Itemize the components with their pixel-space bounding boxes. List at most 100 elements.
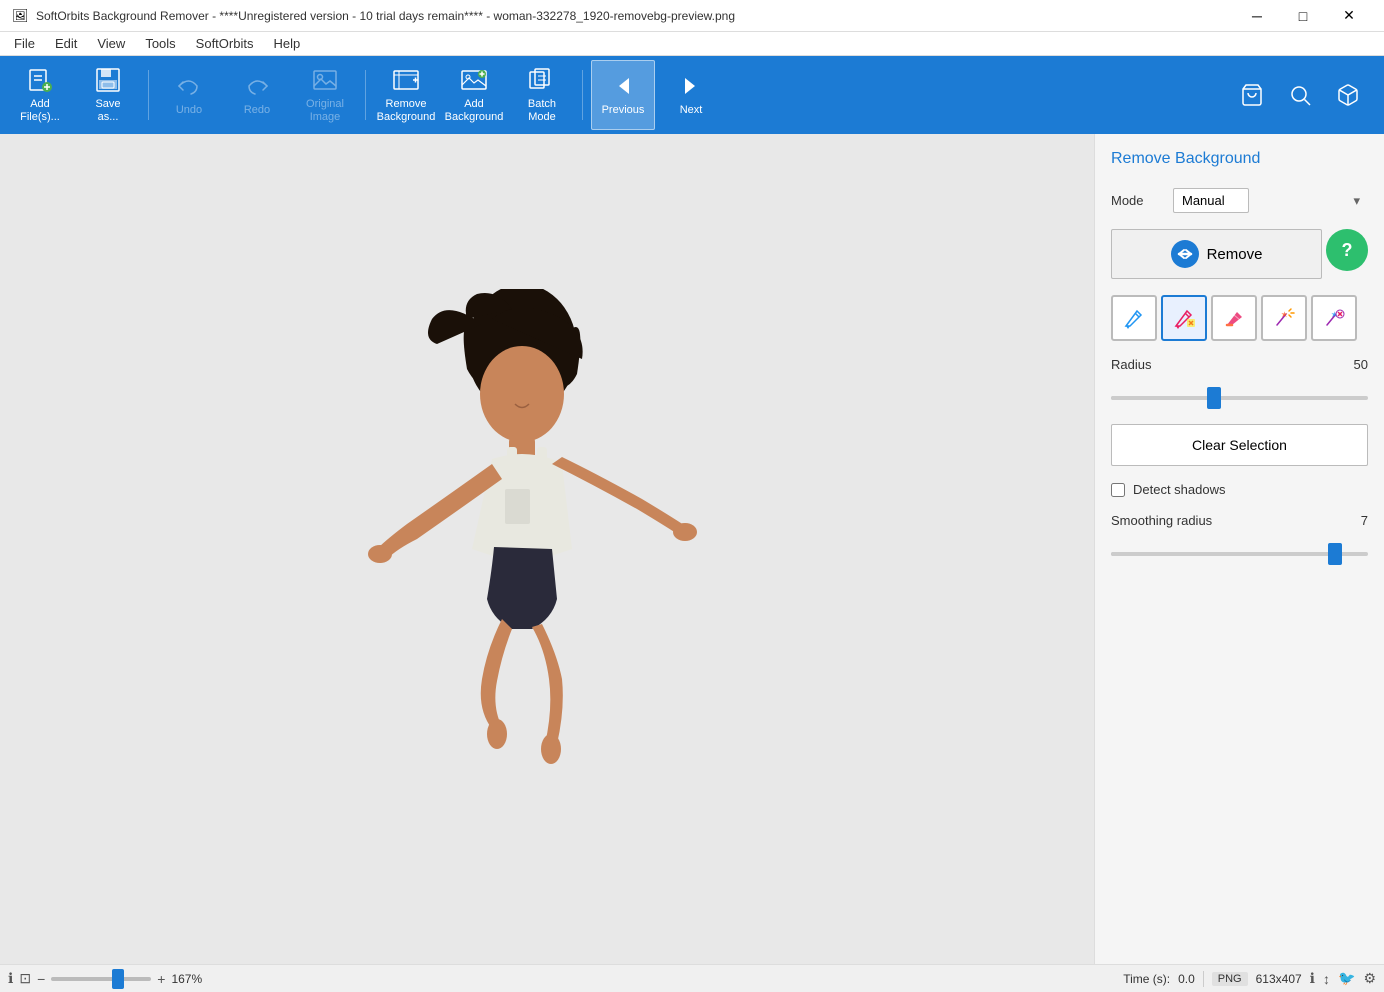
help-button[interactable]: ? bbox=[1326, 229, 1368, 271]
add-files-icon bbox=[26, 66, 54, 94]
original-image-button[interactable]: OriginalImage bbox=[293, 60, 357, 130]
toolbar-sep-3 bbox=[582, 70, 583, 120]
minimize-button[interactable]: ─ bbox=[1234, 0, 1280, 32]
dimensions-value: 613x407 bbox=[1256, 972, 1302, 986]
smoothing-radius-row: Smoothing radius 7 bbox=[1111, 513, 1368, 528]
radius-slider-fill bbox=[1111, 396, 1214, 400]
clear-selection-button[interactable]: Clear Selection bbox=[1111, 424, 1368, 466]
magic-wand-add-tool[interactable] bbox=[1261, 295, 1307, 341]
toolbar-right bbox=[1232, 75, 1376, 115]
crop-icon[interactable]: ⊡ bbox=[19, 970, 31, 987]
search-button[interactable] bbox=[1280, 75, 1320, 115]
original-image-label: OriginalImage bbox=[306, 98, 344, 124]
remove-background-button[interactable]: RemoveBackground bbox=[374, 60, 438, 130]
menu-bar: File Edit View Tools SoftOrbits Help bbox=[0, 32, 1384, 56]
smoothing-radius-slider-thumb[interactable] bbox=[1328, 543, 1342, 565]
remove-btn-icon bbox=[1171, 240, 1199, 268]
status-bar: ℹ ⊡ − + 167% Time (s): 0.0 PNG 613x407 ℹ… bbox=[0, 964, 1384, 992]
remove-pencil-tool[interactable] bbox=[1161, 295, 1207, 341]
previous-icon bbox=[609, 72, 637, 100]
add-background-button[interactable]: AddBackground bbox=[442, 60, 506, 130]
smoothing-radius-slider-fill bbox=[1111, 552, 1335, 556]
mode-label: Mode bbox=[1111, 193, 1161, 208]
radius-slider-thumb[interactable] bbox=[1207, 387, 1221, 409]
status-social-icon[interactable]: 🐦 bbox=[1338, 970, 1355, 987]
batch-mode-button[interactable]: BatchMode bbox=[510, 60, 574, 130]
mode-select-wrapper: Manual Automatic bbox=[1173, 188, 1368, 213]
info-icon[interactable]: ℹ bbox=[8, 970, 13, 987]
menu-view[interactable]: View bbox=[87, 34, 135, 53]
eraser-tool[interactable] bbox=[1211, 295, 1257, 341]
original-image-icon bbox=[311, 66, 339, 94]
previous-button[interactable]: Previous bbox=[591, 60, 655, 130]
undo-icon bbox=[175, 72, 203, 100]
status-settings-icon[interactable]: ⚙ bbox=[1363, 970, 1376, 987]
add-background-icon bbox=[460, 66, 488, 94]
previous-label: Previous bbox=[602, 104, 645, 117]
format-badge: PNG bbox=[1212, 972, 1248, 986]
right-panel: Remove Background Mode Manual Automatic bbox=[1094, 134, 1384, 964]
detect-shadows-checkbox[interactable] bbox=[1111, 483, 1125, 497]
zoom-value: 167% bbox=[171, 972, 202, 986]
undo-label: Undo bbox=[176, 104, 202, 117]
status-divider bbox=[1203, 971, 1204, 987]
radius-slider-container[interactable] bbox=[1111, 388, 1368, 408]
time-value: 0.0 bbox=[1178, 972, 1195, 986]
menu-edit[interactable]: Edit bbox=[45, 34, 87, 53]
next-button[interactable]: Next bbox=[659, 60, 723, 130]
keep-pencil-tool[interactable] bbox=[1111, 295, 1157, 341]
add-files-button[interactable]: AddFile(s)... bbox=[8, 60, 72, 130]
detect-shadows-label[interactable]: Detect shadows bbox=[1133, 482, 1226, 497]
status-info-icon[interactable]: ℹ bbox=[1310, 970, 1315, 987]
redo-icon bbox=[243, 72, 271, 100]
batch-mode-icon bbox=[528, 66, 556, 94]
status-bar-left: ℹ ⊡ − + 167% bbox=[8, 970, 1115, 987]
save-as-label: Saveas... bbox=[95, 98, 120, 124]
zoom-track bbox=[51, 977, 151, 981]
toolbar: AddFile(s)... Saveas... Undo bbox=[0, 56, 1384, 134]
zoom-slider[interactable] bbox=[51, 977, 151, 981]
redo-button[interactable]: Redo bbox=[225, 60, 289, 130]
add-files-label: AddFile(s)... bbox=[20, 98, 60, 124]
radius-label: Radius bbox=[1111, 357, 1151, 372]
zoom-thumb[interactable] bbox=[112, 969, 124, 989]
remove-button[interactable]: Remove bbox=[1111, 229, 1322, 279]
radius-row: Radius 50 bbox=[1111, 357, 1368, 372]
app-icon: 🖼 bbox=[12, 8, 28, 24]
remove-background-icon bbox=[392, 66, 420, 94]
canvas-area[interactable] bbox=[0, 134, 1094, 964]
smoothing-radius-slider-container[interactable] bbox=[1111, 544, 1368, 564]
radius-slider-track bbox=[1111, 396, 1368, 400]
panel-title: Remove Background bbox=[1111, 150, 1368, 168]
window-controls: ─ □ ✕ bbox=[1234, 0, 1372, 32]
menu-softorbits[interactable]: SoftOrbits bbox=[186, 34, 264, 53]
menu-tools[interactable]: Tools bbox=[135, 34, 185, 53]
image-container bbox=[337, 289, 757, 809]
tool-buttons-row bbox=[1111, 295, 1368, 341]
mode-select[interactable]: Manual Automatic bbox=[1173, 188, 1249, 213]
detect-shadows-row: Detect shadows bbox=[1111, 482, 1368, 497]
zoom-out-icon[interactable]: − bbox=[37, 971, 45, 987]
mode-row: Mode Manual Automatic bbox=[1111, 188, 1368, 213]
undo-button[interactable]: Undo bbox=[157, 60, 221, 130]
smoothing-radius-label: Smoothing radius bbox=[1111, 513, 1212, 528]
zoom-in-icon[interactable]: + bbox=[157, 971, 165, 987]
next-icon bbox=[677, 72, 705, 100]
close-button[interactable]: ✕ bbox=[1326, 0, 1372, 32]
save-as-button[interactable]: Saveas... bbox=[76, 60, 140, 130]
save-as-icon bbox=[94, 66, 122, 94]
magic-wand-remove-tool[interactable] bbox=[1311, 295, 1357, 341]
main-content: Remove Background Mode Manual Automatic bbox=[0, 134, 1384, 964]
menu-help[interactable]: Help bbox=[263, 34, 310, 53]
menu-file[interactable]: File bbox=[4, 34, 45, 53]
radius-value: 50 bbox=[1338, 357, 1368, 372]
add-background-label: AddBackground bbox=[445, 98, 504, 124]
status-bar-right: Time (s): 0.0 PNG 613x407 ℹ ↕ 🐦 ⚙ bbox=[1123, 970, 1376, 987]
cube-button[interactable] bbox=[1328, 75, 1368, 115]
toolbar-sep-1 bbox=[148, 70, 149, 120]
window-title: SoftOrbits Background Remover - ****Unre… bbox=[36, 9, 1234, 23]
status-share-icon[interactable]: ↕ bbox=[1323, 971, 1330, 987]
cart-button[interactable] bbox=[1232, 75, 1272, 115]
remove-background-label: RemoveBackground bbox=[377, 98, 436, 124]
maximize-button[interactable]: □ bbox=[1280, 0, 1326, 32]
